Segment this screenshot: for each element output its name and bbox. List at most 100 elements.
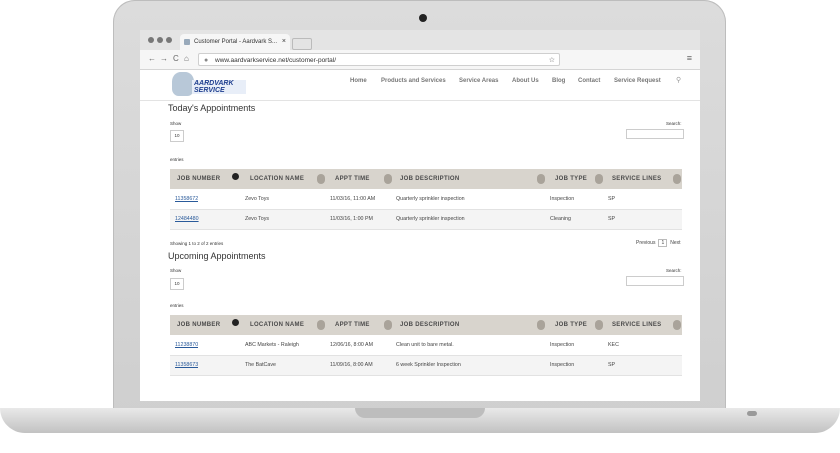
search-icon[interactable]: ⚲	[676, 76, 681, 84]
col-job-type[interactable]: JOB TYPE	[555, 169, 587, 189]
table-row[interactable]: 11358673 The BatCave 11/09/16, 8:00 AM 6…	[170, 356, 682, 376]
col-job-number[interactable]: JOB NUMBER	[177, 315, 220, 335]
upcoming-appointments-title: Upcoming Appointments	[168, 251, 266, 261]
tab-close-icon[interactable]: ×	[282, 34, 286, 50]
sort-icon[interactable]	[673, 320, 681, 330]
upcoming-appointments-table: JOB NUMBER LOCATION NAME APPT TIME JOB D…	[170, 315, 682, 377]
job-description: Quarterly sprinkler inspection	[396, 196, 465, 202]
service-lines: SP	[608, 216, 616, 222]
header-divider	[140, 100, 700, 101]
web-page: AARDVARK SERVICE Home Products and Servi…	[140, 70, 700, 401]
col-job-number[interactable]: JOB NUMBER	[177, 169, 220, 189]
col-location-name[interactable]: LOCATION NAME	[250, 169, 304, 189]
pagination-next[interactable]: Next	[670, 240, 680, 246]
bookmark-star-icon[interactable]: ☆	[549, 54, 555, 67]
window-maximize-icon[interactable]	[166, 37, 172, 43]
col-service-lines[interactable]: SERVICE LINES	[612, 315, 661, 335]
browser-menu-icon[interactable]: ≡	[687, 53, 692, 63]
window-close-icon[interactable]	[148, 37, 154, 43]
job-number-link[interactable]: 12484480	[175, 210, 199, 229]
nav-home[interactable]: Home	[350, 78, 367, 84]
nav-service-areas[interactable]: Service Areas	[459, 78, 498, 84]
service-lines: KEC	[608, 342, 619, 348]
table-row[interactable]: 11358672 Zevo Toys 11/03/16, 11:00 AM Qu…	[170, 190, 682, 210]
logo-text: AARDVARK SERVICE	[192, 80, 246, 94]
site-logo[interactable]: AARDVARK SERVICE	[172, 72, 246, 98]
location-name: Zevo Toys	[245, 196, 270, 202]
location-name: Zevo Toys	[245, 216, 270, 222]
home-icon[interactable]: ⌂	[184, 53, 189, 65]
location-name: ABC Markets - Raleigh	[245, 342, 299, 348]
page-info-icon: ●	[204, 57, 209, 64]
col-job-description[interactable]: JOB DESCRIPTION	[400, 169, 460, 189]
col-service-lines[interactable]: SERVICE LINES	[612, 169, 661, 189]
sort-active-icon[interactable]	[232, 319, 239, 326]
entries-per-page-select[interactable]: 10	[170, 278, 184, 290]
appt-time: 11/03/16, 1:00 PM	[330, 216, 373, 222]
appt-time: 11/03/16, 11:00 AM	[330, 196, 376, 202]
browser-tab[interactable]: Customer Portal - Aardvark S... ×	[180, 34, 290, 50]
sort-icon[interactable]	[537, 174, 545, 184]
forward-icon[interactable]: →	[160, 53, 168, 65]
pagination-previous[interactable]: Previous	[636, 240, 655, 246]
job-number-link[interactable]: 11358673	[175, 356, 198, 375]
search-label: Search:	[666, 121, 682, 126]
laptop-screen: Customer Portal - Aardvark S... × ← → C …	[140, 30, 700, 401]
job-type: Cleaning	[550, 216, 571, 222]
todays-appointments-table: JOB NUMBER LOCATION NAME APPT TIME JOB D…	[170, 169, 682, 231]
nav-service-request[interactable]: Service Request	[614, 78, 661, 84]
table-search-input[interactable]	[626, 129, 684, 139]
sort-icon[interactable]	[317, 174, 325, 184]
service-lines: SP	[608, 362, 616, 368]
job-number-link[interactable]: 11358672	[175, 190, 198, 209]
job-type: Inspection	[550, 196, 575, 202]
url-text: www.aardvarkservice.net/customer-portal/	[215, 57, 337, 64]
sort-icon[interactable]	[673, 174, 681, 184]
show-label: Show	[170, 121, 182, 126]
job-number-link[interactable]: 11238870	[175, 336, 198, 355]
job-type: Inspection	[550, 342, 575, 348]
nav-contact[interactable]: Contact	[578, 78, 600, 84]
browser-address-bar: ← → C ⌂ ● www.aardvarkservice.net/custom…	[140, 50, 700, 70]
col-job-type[interactable]: JOB TYPE	[555, 315, 587, 335]
col-location-name[interactable]: LOCATION NAME	[250, 315, 304, 335]
table-header: JOB NUMBER LOCATION NAME APPT TIME JOB D…	[170, 315, 682, 335]
webcam-icon	[419, 14, 427, 22]
table-row[interactable]: 11238870 ABC Markets - Raleigh 12/06/16,…	[170, 336, 682, 356]
todays-appointments-title: Today's Appointments	[168, 103, 256, 113]
service-lines: SP	[608, 196, 616, 202]
nav-products-services[interactable]: Products and Services	[381, 78, 446, 84]
reload-icon[interactable]: C	[173, 53, 179, 65]
sort-active-icon[interactable]	[232, 173, 239, 180]
job-description: 6 week Sprinkler Inspection	[396, 362, 461, 368]
sort-icon[interactable]	[317, 320, 325, 330]
tab-title: Customer Portal - Aardvark S...	[194, 39, 278, 45]
search-label: Search:	[666, 268, 682, 273]
table-search-input[interactable]	[626, 276, 684, 286]
browser-tab-bar: Customer Portal - Aardvark S... ×	[140, 30, 700, 51]
entries-label: entries	[170, 157, 184, 162]
laptop-notch	[355, 408, 485, 418]
sort-icon[interactable]	[595, 174, 603, 184]
back-icon[interactable]: ←	[148, 53, 156, 65]
col-job-description[interactable]: JOB DESCRIPTION	[400, 315, 460, 335]
new-tab-button[interactable]	[292, 38, 312, 50]
table-row[interactable]: 12484480 Zevo Toys 11/03/16, 1:00 PM Qua…	[170, 210, 682, 230]
entries-label: entries	[170, 303, 184, 308]
table-header: JOB NUMBER LOCATION NAME APPT TIME JOB D…	[170, 169, 682, 189]
aardvark-mascot-icon	[172, 72, 194, 96]
pagination-page[interactable]: 1	[658, 239, 668, 247]
url-field[interactable]: ● www.aardvarkservice.net/customer-porta…	[198, 53, 560, 66]
appt-time: 12/06/16, 8:00 AM	[330, 342, 373, 348]
sort-icon[interactable]	[384, 174, 392, 184]
nav-blog[interactable]: Blog	[552, 78, 565, 84]
sort-icon[interactable]	[384, 320, 392, 330]
entries-per-page-select[interactable]: 10	[170, 130, 184, 142]
sort-icon[interactable]	[537, 320, 545, 330]
show-label: Show	[170, 268, 182, 273]
nav-about-us[interactable]: About Us	[512, 78, 539, 84]
col-appt-time[interactable]: APPT TIME	[335, 169, 370, 189]
col-appt-time[interactable]: APPT TIME	[335, 315, 370, 335]
window-minimize-icon[interactable]	[157, 37, 163, 43]
sort-icon[interactable]	[595, 320, 603, 330]
